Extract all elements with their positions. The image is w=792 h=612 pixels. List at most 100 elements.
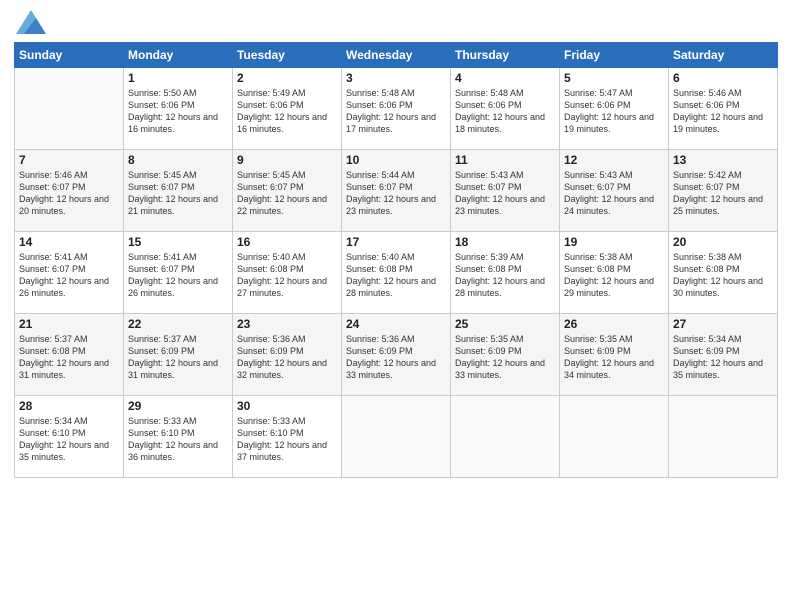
day-info: Sunrise: 5:39 AM Sunset: 6:08 PM Dayligh… — [455, 251, 555, 300]
day-info: Sunrise: 5:43 AM Sunset: 6:07 PM Dayligh… — [564, 169, 664, 218]
day-number: 29 — [128, 399, 228, 413]
day-number: 17 — [346, 235, 446, 249]
day-number: 8 — [128, 153, 228, 167]
day-info: Sunrise: 5:43 AM Sunset: 6:07 PM Dayligh… — [455, 169, 555, 218]
calendar-cell: 15 Sunrise: 5:41 AM Sunset: 6:07 PM Dayli… — [124, 232, 233, 314]
calendar-cell: 5 Sunrise: 5:47 AM Sunset: 6:06 PM Daylig… — [560, 68, 669, 150]
day-number: 27 — [673, 317, 773, 331]
weekday-header-thursday: Thursday — [451, 43, 560, 68]
day-number: 7 — [19, 153, 119, 167]
day-info: Sunrise: 5:40 AM Sunset: 6:08 PM Dayligh… — [237, 251, 337, 300]
calendar-table: SundayMondayTuesdayWednesdayThursdayFrid… — [14, 42, 778, 478]
calendar-cell: 21 Sunrise: 5:37 AM Sunset: 6:08 PM Dayli… — [15, 314, 124, 396]
day-number: 2 — [237, 71, 337, 85]
calendar-cell: 19Sunrise: 5:38 AM Sunset: 6:08 PM Dayli… — [560, 232, 669, 314]
day-number: 14 — [19, 235, 119, 249]
day-number: 23 — [237, 317, 337, 331]
calendar-cell: 8 Sunrise: 5:45 AM Sunset: 6:07 PM Daylig… — [124, 150, 233, 232]
calendar-cell: 7 Sunrise: 5:46 AM Sunset: 6:07 PM Daylig… — [15, 150, 124, 232]
day-info: Sunrise: 5:46 AM Sunset: 6:06 PM Dayligh… — [673, 87, 773, 136]
header — [14, 10, 778, 34]
weekday-header-row: SundayMondayTuesdayWednesdayThursdayFrid… — [15, 43, 778, 68]
day-info: Sunrise: 5:49 AM Sunset: 6:06 PM Dayligh… — [237, 87, 337, 136]
day-info: Sunrise: 5:37 AM Sunset: 6:09 PM Dayligh… — [128, 333, 228, 382]
day-info: Sunrise: 5:34 AM Sunset: 6:10 PM Dayligh… — [19, 415, 119, 464]
calendar-cell: 9 Sunrise: 5:45 AM Sunset: 6:07 PM Daylig… — [233, 150, 342, 232]
day-info: Sunrise: 5:44 AM Sunset: 6:07 PM Dayligh… — [346, 169, 446, 218]
calendar-cell: 18 Sunrise: 5:39 AM Sunset: 6:08 PM Dayli… — [451, 232, 560, 314]
day-number: 20 — [673, 235, 773, 249]
calendar-week-row: 14 Sunrise: 5:41 AM Sunset: 6:07 PM Dayli… — [15, 232, 778, 314]
day-number: 28 — [19, 399, 119, 413]
calendar-cell: 25 Sunrise: 5:35 AM Sunset: 6:09 PM Dayli… — [451, 314, 560, 396]
day-info: Sunrise: 5:42 AM Sunset: 6:07 PM Dayligh… — [673, 169, 773, 218]
calendar-cell — [560, 396, 669, 478]
day-info: Sunrise: 5:41 AM Sunset: 6:07 PM Dayligh… — [19, 251, 119, 300]
weekday-header-tuesday: Tuesday — [233, 43, 342, 68]
calendar-cell — [451, 396, 560, 478]
weekday-header-friday: Friday — [560, 43, 669, 68]
calendar-cell: 27 Sunrise: 5:34 AM Sunset: 6:09 PM Dayli… — [669, 314, 778, 396]
calendar-cell: 28 Sunrise: 5:34 AM Sunset: 6:10 PM Dayli… — [15, 396, 124, 478]
day-number: 3 — [346, 71, 446, 85]
calendar-week-row: 28 Sunrise: 5:34 AM Sunset: 6:10 PM Dayli… — [15, 396, 778, 478]
calendar-cell: 6 Sunrise: 5:46 AM Sunset: 6:06 PM Daylig… — [669, 68, 778, 150]
calendar-week-row: 7 Sunrise: 5:46 AM Sunset: 6:07 PM Daylig… — [15, 150, 778, 232]
day-info: Sunrise: 5:37 AM Sunset: 6:08 PM Dayligh… — [19, 333, 119, 382]
calendar-cell: 17 Sunrise: 5:40 AM Sunset: 6:08 PM Dayli… — [342, 232, 451, 314]
day-number: 13 — [673, 153, 773, 167]
day-info: Sunrise: 5:35 AM Sunset: 6:09 PM Dayligh… — [564, 333, 664, 382]
weekday-header-sunday: Sunday — [15, 43, 124, 68]
day-info: Sunrise: 5:48 AM Sunset: 6:06 PM Dayligh… — [346, 87, 446, 136]
weekday-header-saturday: Saturday — [669, 43, 778, 68]
day-number: 5 — [564, 71, 664, 85]
day-info: Sunrise: 5:36 AM Sunset: 6:09 PM Dayligh… — [237, 333, 337, 382]
calendar-cell: 13 Sunrise: 5:42 AM Sunset: 6:07 PM Dayli… — [669, 150, 778, 232]
calendar-cell: 14 Sunrise: 5:41 AM Sunset: 6:07 PM Dayli… — [15, 232, 124, 314]
day-info: Sunrise: 5:40 AM Sunset: 6:08 PM Dayligh… — [346, 251, 446, 300]
day-info: Sunrise: 5:45 AM Sunset: 6:07 PM Dayligh… — [237, 169, 337, 218]
day-number: 21 — [19, 317, 119, 331]
day-number: 12 — [564, 153, 664, 167]
calendar-cell: 4Sunrise: 5:48 AM Sunset: 6:06 PM Daylig… — [451, 68, 560, 150]
calendar-cell: 10 Sunrise: 5:44 AM Sunset: 6:07 PM Dayli… — [342, 150, 451, 232]
calendar-cell: 1Sunrise: 5:50 AM Sunset: 6:06 PM Daylig… — [124, 68, 233, 150]
weekday-header-monday: Monday — [124, 43, 233, 68]
day-info: Sunrise: 5:46 AM Sunset: 6:07 PM Dayligh… — [19, 169, 119, 218]
calendar-cell: 20 Sunrise: 5:38 AM Sunset: 6:08 PM Dayli… — [669, 232, 778, 314]
day-number: 10 — [346, 153, 446, 167]
day-number: 6 — [673, 71, 773, 85]
day-number: 26 — [564, 317, 664, 331]
weekday-header-wednesday: Wednesday — [342, 43, 451, 68]
day-info: Sunrise: 5:33 AM Sunset: 6:10 PM Dayligh… — [237, 415, 337, 464]
day-number: 4 — [455, 71, 555, 85]
calendar-cell — [15, 68, 124, 150]
day-info: Sunrise: 5:45 AM Sunset: 6:07 PM Dayligh… — [128, 169, 228, 218]
day-info: Sunrise: 5:47 AM Sunset: 6:06 PM Dayligh… — [564, 87, 664, 136]
day-number: 18 — [455, 235, 555, 249]
day-info: Sunrise: 5:41 AM Sunset: 6:07 PM Dayligh… — [128, 251, 228, 300]
day-info: Sunrise: 5:35 AM Sunset: 6:09 PM Dayligh… — [455, 333, 555, 382]
calendar-cell: 24Sunrise: 5:36 AM Sunset: 6:09 PM Dayli… — [342, 314, 451, 396]
day-number: 9 — [237, 153, 337, 167]
day-number: 30 — [237, 399, 337, 413]
day-info: Sunrise: 5:34 AM Sunset: 6:09 PM Dayligh… — [673, 333, 773, 382]
calendar-cell: 22 Sunrise: 5:37 AM Sunset: 6:09 PM Dayli… — [124, 314, 233, 396]
calendar-cell: 3 Sunrise: 5:48 AM Sunset: 6:06 PM Daylig… — [342, 68, 451, 150]
day-number: 16 — [237, 235, 337, 249]
day-info: Sunrise: 5:38 AM Sunset: 6:08 PM Dayligh… — [673, 251, 773, 300]
day-number: 1 — [128, 71, 228, 85]
day-number: 15 — [128, 235, 228, 249]
day-number: 22 — [128, 317, 228, 331]
day-number: 11 — [455, 153, 555, 167]
logo — [14, 10, 46, 34]
calendar-cell: 23 Sunrise: 5:36 AM Sunset: 6:09 PM Dayli… — [233, 314, 342, 396]
day-info: Sunrise: 5:36 AM Sunset: 6:09 PM Dayligh… — [346, 333, 446, 382]
calendar-cell: 11 Sunrise: 5:43 AM Sunset: 6:07 PM Dayli… — [451, 150, 560, 232]
day-info: Sunrise: 5:38 AM Sunset: 6:08 PM Dayligh… — [564, 251, 664, 300]
calendar-week-row: 21 Sunrise: 5:37 AM Sunset: 6:08 PM Dayli… — [15, 314, 778, 396]
calendar-cell: 12 Sunrise: 5:43 AM Sunset: 6:07 PM Dayli… — [560, 150, 669, 232]
day-number: 25 — [455, 317, 555, 331]
logo-icon — [16, 8, 46, 34]
calendar-cell — [342, 396, 451, 478]
